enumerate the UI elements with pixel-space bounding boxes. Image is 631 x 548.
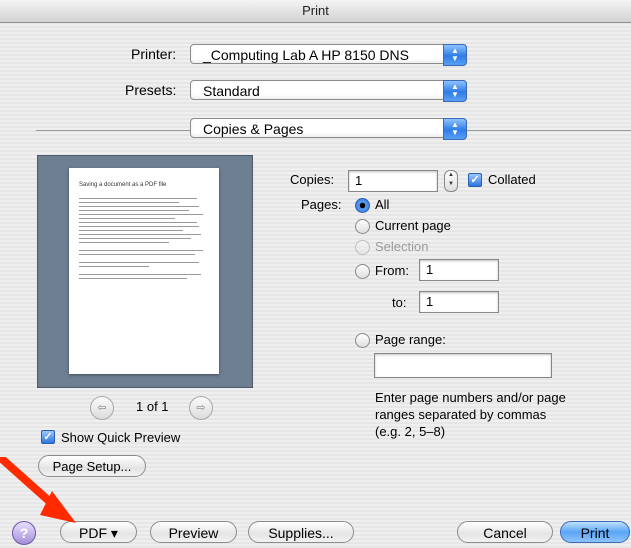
quick-preview-label: Show Quick Preview	[61, 430, 181, 445]
popup-arrows-icon: ▲ ▼	[443, 80, 467, 102]
popup-arrows-icon: ▲ ▼	[443, 118, 467, 140]
checkmark-icon: ✓	[470, 174, 480, 186]
page-indicator: 1 of 1	[136, 399, 169, 414]
selection-radio[interactable]	[355, 240, 370, 255]
preview-page: Saving a document as a PDF file	[69, 168, 219, 374]
popup-arrows-icon: ▲ ▼	[443, 44, 467, 66]
pages-all-radio[interactable]	[355, 198, 370, 213]
selection-label: Selection	[375, 239, 429, 254]
stepper-arrows-icon: ▲ ▼	[448, 172, 454, 187]
collated-label: Collated	[488, 172, 536, 187]
print-button[interactable]: Print	[560, 521, 630, 543]
left-arrow-icon: ⇦	[97, 402, 107, 414]
annotation-arrow-icon	[0, 457, 76, 523]
copies-label: Copies:	[290, 172, 335, 187]
printer-label: Printer:	[131, 46, 177, 62]
current-page-label: Current page	[375, 218, 451, 233]
pages-label: Pages:	[301, 197, 342, 212]
preview-doc-title: Saving a document as a PDF file	[79, 182, 167, 188]
presets-label: Presets:	[125, 82, 177, 98]
pages-all-label: All	[375, 197, 390, 212]
copies-stepper[interactable]: ▲ ▼	[444, 170, 458, 192]
page-range-label: Page range:	[375, 332, 446, 347]
presets-popup[interactable]: Standard ▲ ▼	[190, 80, 467, 102]
pane-popup[interactable]: Copies & Pages ▲ ▼	[190, 118, 467, 140]
supplies-button[interactable]: Supplies...	[248, 521, 354, 543]
cancel-button[interactable]: Cancel	[457, 521, 553, 543]
preview-button[interactable]: Preview	[150, 521, 237, 543]
to-label: to:	[392, 295, 407, 310]
from-label: From:	[375, 263, 409, 278]
page-range-hint: Enter page numbers and/or page ranges se…	[375, 390, 566, 439]
copies-field[interactable]: 1	[348, 170, 438, 192]
current-page-radio[interactable]	[355, 219, 370, 234]
checkmark-icon: ✓	[43, 431, 53, 443]
right-arrow-icon: ⇨	[196, 402, 206, 414]
collated-checkbox[interactable]: ✓	[468, 173, 482, 187]
to-field[interactable]: 1	[419, 291, 499, 313]
presets-value: Standard	[203, 83, 260, 99]
printer-value: _Computing Lab A HP 8150 DNS	[203, 47, 409, 63]
page-range-radio[interactable]	[355, 333, 370, 348]
window-title: Print	[0, 0, 631, 23]
prev-page-button[interactable]: ⇦	[90, 396, 114, 420]
from-radio[interactable]	[355, 264, 370, 279]
quick-preview-checkbox[interactable]: ✓	[41, 430, 55, 444]
printer-popup[interactable]: _Computing Lab A HP 8150 DNS ▲ ▼	[190, 44, 467, 66]
page-range-field[interactable]	[374, 353, 552, 378]
from-field[interactable]: 1	[419, 259, 499, 281]
pane-value: Copies & Pages	[203, 121, 304, 137]
next-page-button[interactable]: ⇨	[189, 396, 213, 420]
